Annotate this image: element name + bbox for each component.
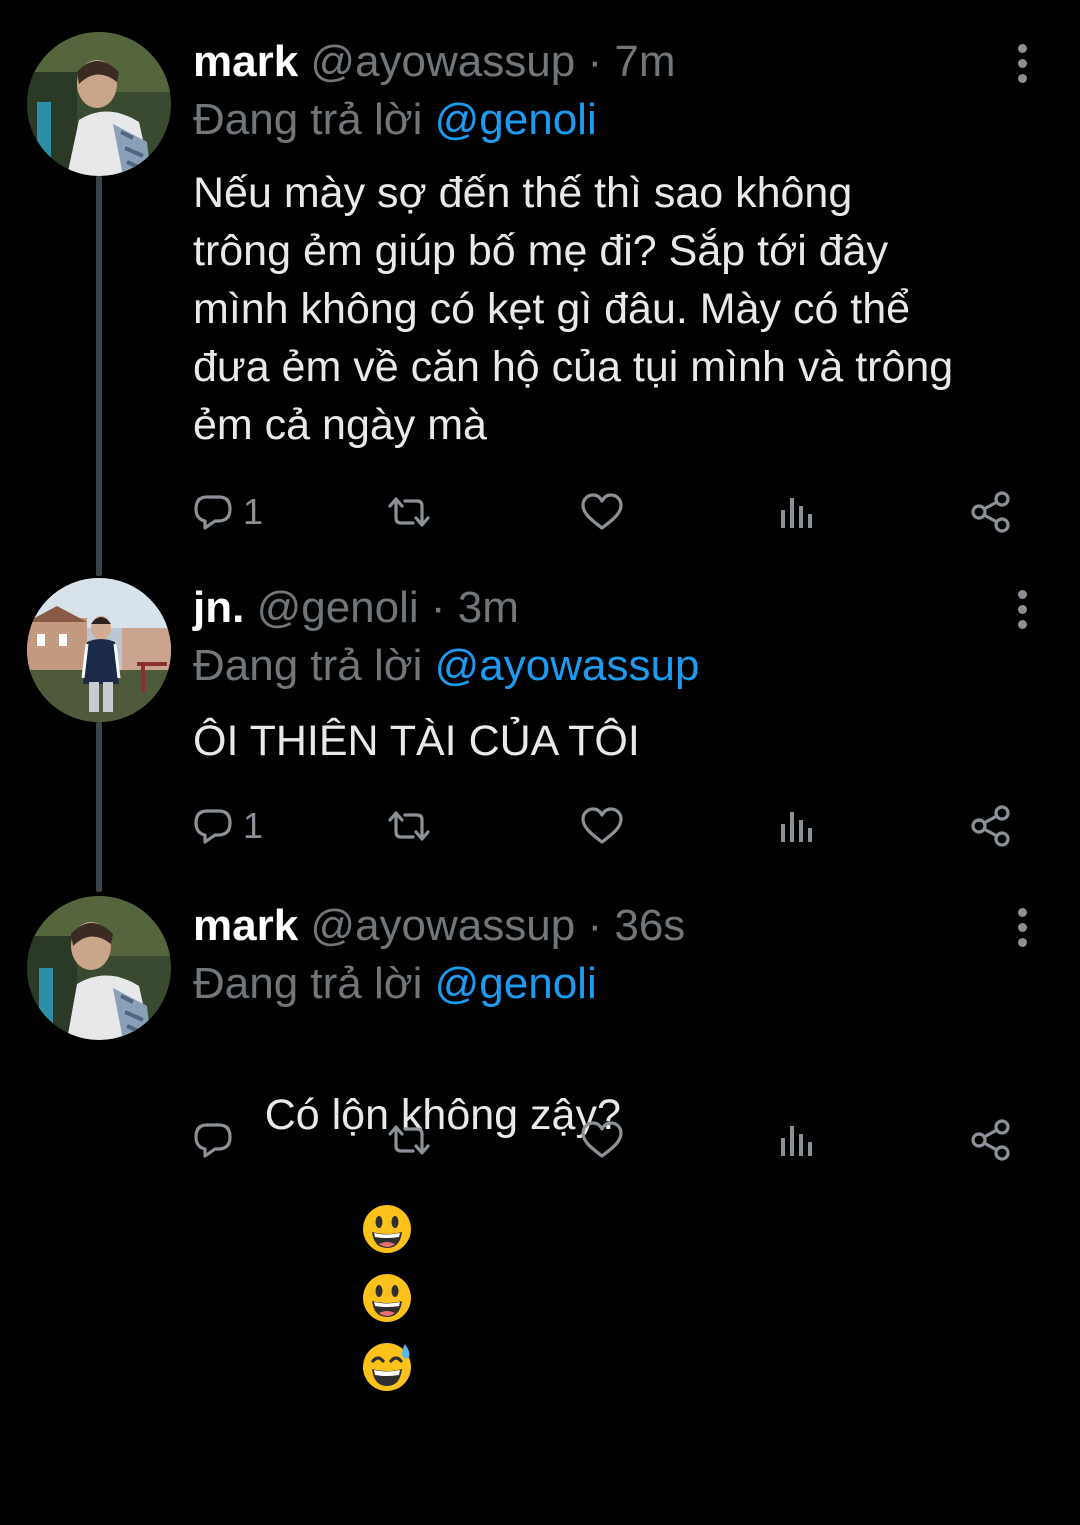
- tweet[interactable]: jn. @genoli · 3m Đang trả lời @ayowassup…: [0, 578, 1080, 858]
- tweet-header: mark @ayowassup · 7m: [193, 32, 675, 92]
- like-button[interactable]: [580, 488, 624, 536]
- avatar[interactable]: [27, 896, 171, 1040]
- tweet-text: Có lộn không zậy?: [193, 1028, 1053, 1525]
- timestamp[interactable]: 36s: [614, 901, 685, 950]
- more-vertical-icon[interactable]: [1010, 908, 1034, 952]
- reply-button[interactable]: [193, 1116, 243, 1164]
- share-button[interactable]: [969, 488, 1013, 536]
- retweet-button[interactable]: [386, 488, 432, 536]
- display-name[interactable]: jn.: [193, 583, 244, 632]
- separator-dot: ·: [587, 37, 603, 86]
- user-handle[interactable]: @ayowassup: [310, 37, 575, 86]
- tweet-header: mark @ayowassup · 36s: [193, 896, 685, 956]
- replying-to: Đang trả lời @genoli: [193, 954, 597, 1014]
- share-button[interactable]: [969, 1116, 1013, 1164]
- replying-to-label: Đang trả lời: [193, 641, 423, 690]
- retweet-icon: [388, 811, 430, 841]
- reply-count: 1: [243, 805, 264, 846]
- avatar-image: [27, 896, 171, 1040]
- replying-to: Đang trả lời @genoli: [193, 90, 597, 150]
- tweet-header: jn. @genoli · 3m: [193, 578, 519, 638]
- heart-icon: [581, 1121, 623, 1158]
- retweet-button[interactable]: [386, 802, 432, 850]
- timestamp[interactable]: 3m: [458, 583, 519, 632]
- tweet-actions: 1: [193, 488, 1023, 536]
- analytics-icon: [781, 1126, 812, 1156]
- reply-icon: [194, 809, 232, 844]
- display-name[interactable]: mark: [193, 37, 298, 86]
- tweet-text: ÔI THIÊN TÀI CỦA TÔI: [193, 717, 640, 765]
- tweet-text: Nếu mày sợ đến thế thì sao không trông ẻ…: [193, 169, 954, 449]
- views-button[interactable]: [777, 802, 817, 850]
- separator-dot: ·: [587, 901, 603, 950]
- share-button[interactable]: [969, 802, 1013, 850]
- separator-dot: ·: [430, 583, 446, 632]
- tweet-actions: 1: [193, 802, 1023, 850]
- heart-icon: [581, 493, 623, 530]
- tweet[interactable]: mark @ayowassup · 7m Đang trả lời @genol…: [0, 32, 1080, 552]
- user-handle[interactable]: @genoli: [257, 583, 419, 632]
- more-vertical-icon[interactable]: [1010, 44, 1034, 88]
- share-icon: [971, 1119, 1010, 1161]
- retweet-icon: [388, 1125, 430, 1155]
- views-button[interactable]: [777, 488, 817, 536]
- views-button[interactable]: [777, 1116, 817, 1164]
- conversation-thread: mark @ayowassup · 7m Đang trả lời @genol…: [0, 0, 1080, 1391]
- avatar[interactable]: [27, 32, 171, 176]
- grinning-face-emoji: [363, 1205, 412, 1253]
- replying-to-label: Đang trả lời: [193, 95, 423, 144]
- retweet-icon: [388, 497, 430, 527]
- replying-to: Đang trả lời @ayowassup: [193, 636, 699, 696]
- reply-icon: [194, 495, 232, 530]
- display-name[interactable]: mark: [193, 901, 298, 950]
- analytics-icon: [781, 812, 812, 842]
- replying-to-handle[interactable]: @genoli: [435, 959, 597, 1008]
- tweet-actions: [193, 1116, 1023, 1164]
- like-button[interactable]: [580, 802, 624, 850]
- avatar[interactable]: [27, 578, 171, 722]
- avatar-image: [27, 578, 171, 722]
- replying-to-handle[interactable]: @ayowassup: [435, 641, 700, 690]
- heart-icon: [581, 807, 623, 844]
- like-button[interactable]: [580, 1116, 624, 1164]
- user-handle[interactable]: @ayowassup: [310, 901, 575, 950]
- replying-to-label: Đang trả lời: [193, 959, 423, 1008]
- tweet[interactable]: mark @ayowassup · 36s Đang trả lời @geno…: [0, 896, 1080, 1391]
- reply-button[interactable]: 1: [193, 802, 263, 850]
- emoji-group: [265, 1144, 415, 1467]
- grinning-face-emoji: [363, 1274, 412, 1322]
- share-icon: [971, 805, 1010, 847]
- avatar-image: [27, 32, 171, 176]
- more-vertical-icon[interactable]: [1010, 590, 1034, 634]
- reply-button[interactable]: 1: [193, 488, 263, 536]
- analytics-icon: [781, 498, 812, 528]
- timestamp[interactable]: 7m: [614, 37, 675, 86]
- replying-to-handle[interactable]: @genoli: [435, 95, 597, 144]
- reply-count: 1: [243, 491, 264, 532]
- share-icon: [971, 491, 1010, 533]
- reply-icon: [194, 1123, 232, 1158]
- retweet-button[interactable]: [386, 1116, 432, 1164]
- grinning-face-with-sweat-emoji: [363, 1343, 412, 1391]
